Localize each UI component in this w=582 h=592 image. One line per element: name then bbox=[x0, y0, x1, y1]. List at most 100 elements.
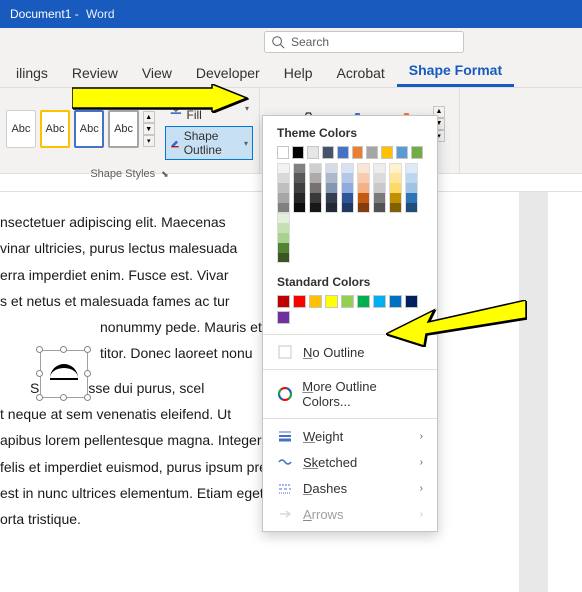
sketched-item[interactable]: Sketched› bbox=[263, 449, 437, 475]
color-swatch[interactable] bbox=[309, 193, 322, 203]
color-swatch[interactable] bbox=[309, 203, 322, 213]
color-swatch[interactable] bbox=[277, 193, 290, 203]
dashes-item[interactable]: Dashes› bbox=[263, 475, 437, 501]
color-swatch[interactable] bbox=[373, 163, 386, 173]
color-swatch[interactable] bbox=[277, 173, 290, 183]
selected-shape[interactable] bbox=[40, 350, 88, 398]
color-swatch[interactable] bbox=[389, 203, 402, 213]
gallery-up-icon[interactable]: ▲ bbox=[143, 111, 155, 123]
more-colors-item[interactable]: More Outline Colors... bbox=[263, 374, 437, 414]
tab-help[interactable]: Help bbox=[272, 59, 325, 87]
color-swatch[interactable] bbox=[389, 193, 402, 203]
color-swatch[interactable] bbox=[277, 243, 290, 253]
color-swatch[interactable] bbox=[325, 183, 338, 193]
color-swatch[interactable] bbox=[293, 203, 306, 213]
color-swatch[interactable] bbox=[389, 163, 402, 173]
color-swatch[interactable] bbox=[405, 173, 418, 183]
arrows-item[interactable]: Arrows› bbox=[263, 501, 437, 527]
tab-view[interactable]: View bbox=[130, 59, 184, 87]
color-swatch[interactable] bbox=[341, 203, 354, 213]
resize-handle[interactable] bbox=[36, 394, 43, 401]
search-box[interactable]: Search bbox=[264, 31, 464, 53]
resize-handle[interactable] bbox=[84, 394, 91, 401]
color-swatch[interactable] bbox=[277, 223, 290, 233]
color-swatch[interactable] bbox=[325, 203, 338, 213]
resize-handle[interactable] bbox=[84, 346, 91, 353]
color-swatch[interactable] bbox=[277, 311, 290, 324]
resize-handle[interactable] bbox=[36, 346, 43, 353]
color-swatch[interactable] bbox=[389, 183, 402, 193]
color-swatch[interactable] bbox=[381, 146, 393, 159]
color-swatch[interactable] bbox=[277, 213, 290, 223]
color-swatch[interactable] bbox=[322, 146, 334, 159]
color-swatch[interactable] bbox=[366, 146, 378, 159]
color-swatch[interactable] bbox=[405, 183, 418, 193]
color-swatch[interactable] bbox=[341, 163, 354, 173]
weight-item[interactable]: Weight› bbox=[263, 423, 437, 449]
color-swatch[interactable] bbox=[341, 183, 354, 193]
shape-style-4[interactable]: Abc bbox=[108, 110, 138, 148]
color-swatch[interactable] bbox=[292, 146, 304, 159]
gallery-down-icon[interactable]: ▼ bbox=[143, 123, 155, 135]
color-swatch[interactable] bbox=[309, 295, 322, 308]
color-swatch[interactable] bbox=[357, 295, 370, 308]
color-swatch[interactable] bbox=[411, 146, 423, 159]
color-swatch[interactable] bbox=[352, 146, 364, 159]
outline-icon bbox=[170, 136, 180, 150]
color-swatch[interactable] bbox=[373, 203, 386, 213]
color-swatch[interactable] bbox=[309, 183, 322, 193]
resize-handle[interactable] bbox=[60, 346, 67, 353]
color-swatch[interactable] bbox=[309, 163, 322, 173]
color-swatch[interactable] bbox=[293, 163, 306, 173]
color-swatch[interactable] bbox=[277, 183, 290, 193]
color-swatch[interactable] bbox=[341, 193, 354, 203]
color-swatch[interactable] bbox=[307, 146, 319, 159]
tab-mailings[interactable]: ilings bbox=[4, 59, 60, 87]
color-swatch[interactable] bbox=[293, 295, 306, 308]
color-swatch[interactable] bbox=[325, 173, 338, 183]
color-swatch[interactable] bbox=[373, 193, 386, 203]
tab-review[interactable]: Review bbox=[60, 59, 130, 87]
color-swatch[interactable] bbox=[325, 295, 338, 308]
shape-style-3[interactable]: Abc bbox=[74, 110, 104, 148]
color-swatch[interactable] bbox=[293, 183, 306, 193]
color-swatch[interactable] bbox=[357, 183, 370, 193]
color-swatch[interactable] bbox=[341, 295, 354, 308]
color-swatch[interactable] bbox=[293, 193, 306, 203]
tab-developer[interactable]: Developer bbox=[184, 59, 272, 87]
color-swatch[interactable] bbox=[341, 173, 354, 183]
color-swatch[interactable] bbox=[373, 295, 386, 308]
resize-handle[interactable] bbox=[36, 370, 43, 377]
color-swatch[interactable] bbox=[357, 163, 370, 173]
color-swatch[interactable] bbox=[309, 173, 322, 183]
color-swatch[interactable] bbox=[277, 253, 290, 263]
shape-outline-button[interactable]: Shape Outline▾ bbox=[165, 126, 253, 160]
dialog-launcher-icon[interactable]: ⬊ bbox=[161, 169, 169, 180]
color-swatch[interactable] bbox=[357, 173, 370, 183]
color-swatch[interactable] bbox=[277, 146, 289, 159]
color-swatch[interactable] bbox=[405, 193, 418, 203]
color-swatch[interactable] bbox=[357, 203, 370, 213]
color-swatch[interactable] bbox=[325, 163, 338, 173]
shape-style-1[interactable]: Abc bbox=[6, 110, 36, 148]
color-swatch[interactable] bbox=[277, 163, 290, 173]
shape-style-2[interactable]: Abc bbox=[40, 110, 70, 148]
gallery-more-icon[interactable]: ▾ bbox=[143, 135, 155, 147]
color-swatch[interactable] bbox=[293, 173, 306, 183]
color-swatch[interactable] bbox=[405, 203, 418, 213]
tab-shape-format[interactable]: Shape Format bbox=[397, 56, 514, 87]
color-swatch[interactable] bbox=[277, 203, 290, 213]
color-swatch[interactable] bbox=[405, 163, 418, 173]
color-swatch[interactable] bbox=[357, 193, 370, 203]
resize-handle[interactable] bbox=[60, 394, 67, 401]
color-swatch[interactable] bbox=[396, 146, 408, 159]
color-swatch[interactable] bbox=[277, 233, 290, 243]
color-swatch[interactable] bbox=[373, 173, 386, 183]
tab-acrobat[interactable]: Acrobat bbox=[325, 59, 397, 87]
color-swatch[interactable] bbox=[325, 193, 338, 203]
color-swatch[interactable] bbox=[337, 146, 349, 159]
color-swatch[interactable] bbox=[373, 183, 386, 193]
resize-handle[interactable] bbox=[84, 370, 91, 377]
color-swatch[interactable] bbox=[277, 295, 290, 308]
color-swatch[interactable] bbox=[389, 173, 402, 183]
